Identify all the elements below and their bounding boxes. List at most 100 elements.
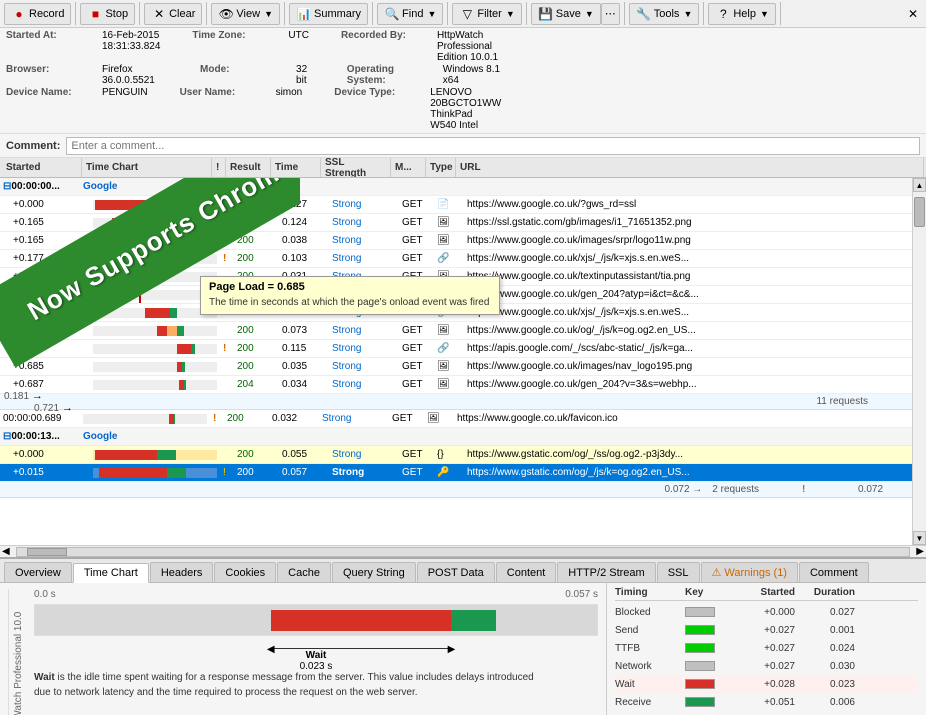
table-row[interactable]: +0.519 200 0.073 Strong GET 🖼 https: [0, 322, 912, 340]
cell-time: [279, 286, 329, 303]
table-row[interactable]: +0.685 ! 200 0.115 Strong GET 🔗 https://…: [0, 340, 912, 358]
timing-key-wait: [685, 679, 735, 689]
summary-group: 📊 Summary: [289, 2, 373, 25]
filter-button[interactable]: ▽ Filter ▼: [452, 3, 521, 25]
cell-method: GET: [389, 410, 424, 427]
summary-start: 0.181: [4, 391, 29, 402]
h-scroll-track[interactable]: [16, 547, 911, 557]
tab-http2stream[interactable]: HTTP/2 Stream: [557, 562, 655, 582]
table-row[interactable]: ⊟ 00:00:13... Google: [0, 428, 912, 446]
table-row[interactable]: +0.422 200 Strong GET 🔗 https://www.goog…: [0, 304, 912, 322]
find-button[interactable]: 🔍 Find ▼: [377, 3, 443, 25]
tools-button[interactable]: 🔧 Tools ▼: [629, 3, 700, 25]
cell-ssl: Strong: [319, 410, 389, 427]
stop-button[interactable]: ■ Stop: [80, 3, 135, 25]
cell-result: 200: [234, 446, 279, 463]
timing-name-ttfb: TTFB: [615, 643, 685, 654]
record-button[interactable]: ● Record: [4, 3, 71, 25]
mode-label: Mode:: [200, 64, 280, 86]
tab-cookies[interactable]: Cookies: [214, 562, 276, 582]
save-extra-button[interactable]: ⋯: [601, 3, 620, 25]
help-button[interactable]: ? Help ▼: [708, 3, 776, 25]
timing-row-wait: Wait +0.028 0.023: [615, 675, 918, 693]
tab-content[interactable]: Content: [496, 562, 557, 582]
table-row[interactable]: +0.… 200 0.031 Strong GET 🖼 https://www.…: [0, 268, 912, 286]
stop-icon: ■: [87, 6, 103, 22]
cell-ssl: Strong: [329, 322, 399, 339]
summary-count: 11 requests: [816, 396, 868, 407]
find-label: Find: [402, 8, 423, 20]
cell-type: 🖼: [424, 410, 454, 427]
table-body[interactable]: ⊟ 00:00:00... Google +0.000: [0, 178, 912, 545]
h-scroll-left[interactable]: ◀: [0, 546, 12, 557]
cell-result: 200: [234, 196, 279, 213]
save-button[interactable]: 💾 Save ▼: [531, 3, 601, 25]
tab-comment[interactable]: Comment: [799, 562, 869, 582]
scroll-up-button[interactable]: ▲: [913, 178, 926, 192]
h-scroll-thumb[interactable]: [27, 548, 67, 556]
tab-ssl[interactable]: SSL: [657, 562, 700, 582]
table-row[interactable]: +0.386 200 Strong GET 🔗 https://www.goog: [0, 286, 912, 304]
key-color-ttfb: [685, 643, 715, 653]
table-row[interactable]: +0.687 204 0.034 Strong GET 🖼 https://ww…: [0, 376, 912, 394]
tab-headers[interactable]: Headers: [150, 562, 214, 582]
scroll-down-button[interactable]: ▼: [913, 531, 926, 545]
scroll-thumb[interactable]: [914, 197, 925, 227]
scale-end: 0.057 s: [565, 589, 598, 600]
clear-button[interactable]: ✕ Clear: [144, 3, 202, 25]
table-row[interactable]: +0.165 200 0.124 Strong GET 🖼 https://ss…: [0, 214, 912, 232]
tab-warnings[interactable]: ⚠ Warnings (1): [701, 562, 798, 582]
tab-timechart[interactable]: Time Chart: [73, 563, 149, 583]
close-button[interactable]: ✕: [904, 5, 922, 23]
tab-postdata[interactable]: POST Data: [417, 562, 495, 582]
th-started: Started: [735, 587, 795, 598]
cell-type: 🖼: [434, 214, 464, 231]
cell-method: GET: [399, 322, 434, 339]
table-row[interactable]: ⊟ 00:00:00... Google: [0, 178, 912, 196]
cell-type: 🔗: [434, 304, 464, 321]
h-scroll-right[interactable]: ▶: [914, 546, 926, 557]
table-row[interactable]: 00:00:00.689 ! 200 0.032 Strong GET 🖼 ht…: [0, 410, 912, 428]
table-row[interactable]: +0.015 ! 200 0.057 Strong GET 🔑 https://…: [0, 464, 912, 482]
timing-row-ttfb: TTFB +0.027 0.024: [615, 639, 918, 657]
cell-url: https://www.google.co.uk/xjs/_/js/k=xjs.…: [464, 304, 912, 321]
scroll-track[interactable]: [913, 192, 926, 531]
cell-time: 0.127: [279, 196, 329, 213]
th-excl: !: [212, 158, 226, 177]
cell-time: [269, 428, 319, 445]
comment-input[interactable]: [66, 137, 920, 155]
tab-overview[interactable]: Overview: [4, 562, 72, 582]
view-button[interactable]: 👁 View ▼: [211, 3, 280, 25]
timing-started-send: +0.027: [735, 625, 795, 636]
cell-url: https://www.google.co.uk/favicon.ico: [454, 410, 912, 427]
bottom-panel: Overview Time Chart Headers Cookies Cach…: [0, 557, 926, 715]
cell-excl: [220, 268, 234, 285]
cell-method: [389, 178, 424, 195]
cell-time: 0.115: [279, 340, 329, 357]
chart-description: Wait is the idle time spent waiting for …: [34, 670, 534, 700]
table-row[interactable]: +0.000 200 0.127 Strong GET 📄 https://ww…: [0, 196, 912, 214]
table-row[interactable]: +0.685 200 0.035 Strong GET 🖼 https://ww…: [0, 358, 912, 376]
cell-started: +0.000: [10, 196, 90, 213]
view-icon: 👁: [218, 6, 234, 22]
key-color-network: [685, 661, 715, 671]
horizontal-scrollbar[interactable]: ◀ ▶: [0, 545, 926, 557]
th-method: M...: [391, 158, 426, 177]
cell-url: https://www.google.co.uk/?gws_rd=ssl: [464, 196, 912, 213]
started-value: 16-Feb-2015 18:31:33.824: [102, 30, 160, 63]
cell-started: +0.…: [10, 268, 90, 285]
table-row[interactable]: +0.165 200 0.038 Strong GET 🖼 https://ww…: [0, 232, 912, 250]
cell-ssl: Strong: [329, 232, 399, 249]
th-time: Time: [271, 158, 321, 177]
table-row[interactable]: +0.177 ! 200 0.103 Strong GET 🔗 https://…: [0, 250, 912, 268]
summary-button[interactable]: 📊 Summary: [289, 3, 368, 25]
tab-querystring[interactable]: Query String: [332, 562, 416, 582]
wait-label-container: Wait 0.023 s: [300, 650, 333, 672]
timing-name-wait: Wait: [615, 679, 685, 690]
filter-arrow: ▼: [506, 9, 515, 19]
tab-cache[interactable]: Cache: [277, 562, 331, 582]
table-row[interactable]: +0.000 200 0.055 Strong GET {} https://w…: [0, 446, 912, 464]
th-key: Key: [685, 587, 735, 598]
vertical-scrollbar[interactable]: ▲ ▼: [912, 178, 926, 545]
tab-bar: Overview Time Chart Headers Cookies Cach…: [0, 559, 926, 583]
